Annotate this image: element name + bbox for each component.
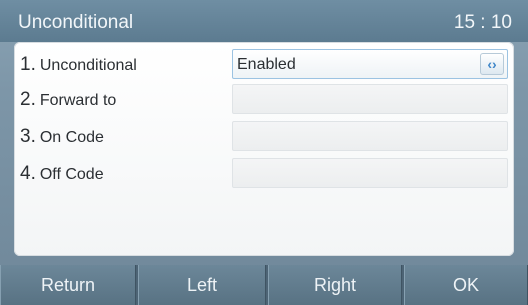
unconditional-select[interactable]: Enabled ‹› bbox=[232, 49, 508, 79]
left-button[interactable]: Left bbox=[138, 265, 266, 305]
page-title: Unconditional bbox=[18, 12, 134, 33]
setting-label: 4. Off Code bbox=[20, 163, 104, 185]
setting-number: 2. bbox=[20, 89, 36, 110]
setting-row-forward-to[interactable]: 2. Forward to bbox=[14, 81, 514, 115]
forward-to-input[interactable] bbox=[232, 84, 508, 114]
setting-label: 1. Unconditional bbox=[20, 54, 137, 76]
right-button[interactable]: Right bbox=[268, 265, 402, 305]
settings-list: 1. Unconditional Enabled ‹› 2. Forward to … bbox=[14, 42, 514, 256]
ok-button[interactable]: OK bbox=[404, 265, 528, 305]
setting-row-on-code[interactable]: 3. On Code bbox=[14, 118, 514, 152]
setting-number: 4. bbox=[20, 163, 36, 184]
title-bar: Unconditional 15 : 10 bbox=[0, 0, 528, 42]
setting-label: 2. Forward to bbox=[20, 89, 116, 111]
clock: 15 : 10 bbox=[453, 12, 512, 33]
off-code-input[interactable] bbox=[232, 158, 508, 188]
setting-row-off-code[interactable]: 4. Off Code bbox=[14, 155, 514, 189]
unconditional-value: Enabled bbox=[237, 56, 296, 73]
return-button[interactable]: Return bbox=[0, 265, 136, 305]
left-right-arrows-icon[interactable]: ‹› bbox=[480, 53, 504, 75]
setting-label-text: On Code bbox=[39, 129, 104, 146]
setting-row-unconditional[interactable]: 1. Unconditional Enabled ‹› bbox=[14, 46, 514, 80]
on-code-input[interactable] bbox=[232, 121, 508, 151]
setting-number: 1. bbox=[20, 54, 36, 75]
setting-label-text: Off Code bbox=[39, 166, 104, 183]
setting-label-text: Unconditional bbox=[39, 57, 137, 74]
setting-label: 3. On Code bbox=[20, 126, 104, 148]
setting-label-text: Forward to bbox=[39, 92, 117, 109]
softkey-bar: Return Left Right OK bbox=[0, 265, 528, 305]
setting-number: 3. bbox=[20, 126, 36, 147]
